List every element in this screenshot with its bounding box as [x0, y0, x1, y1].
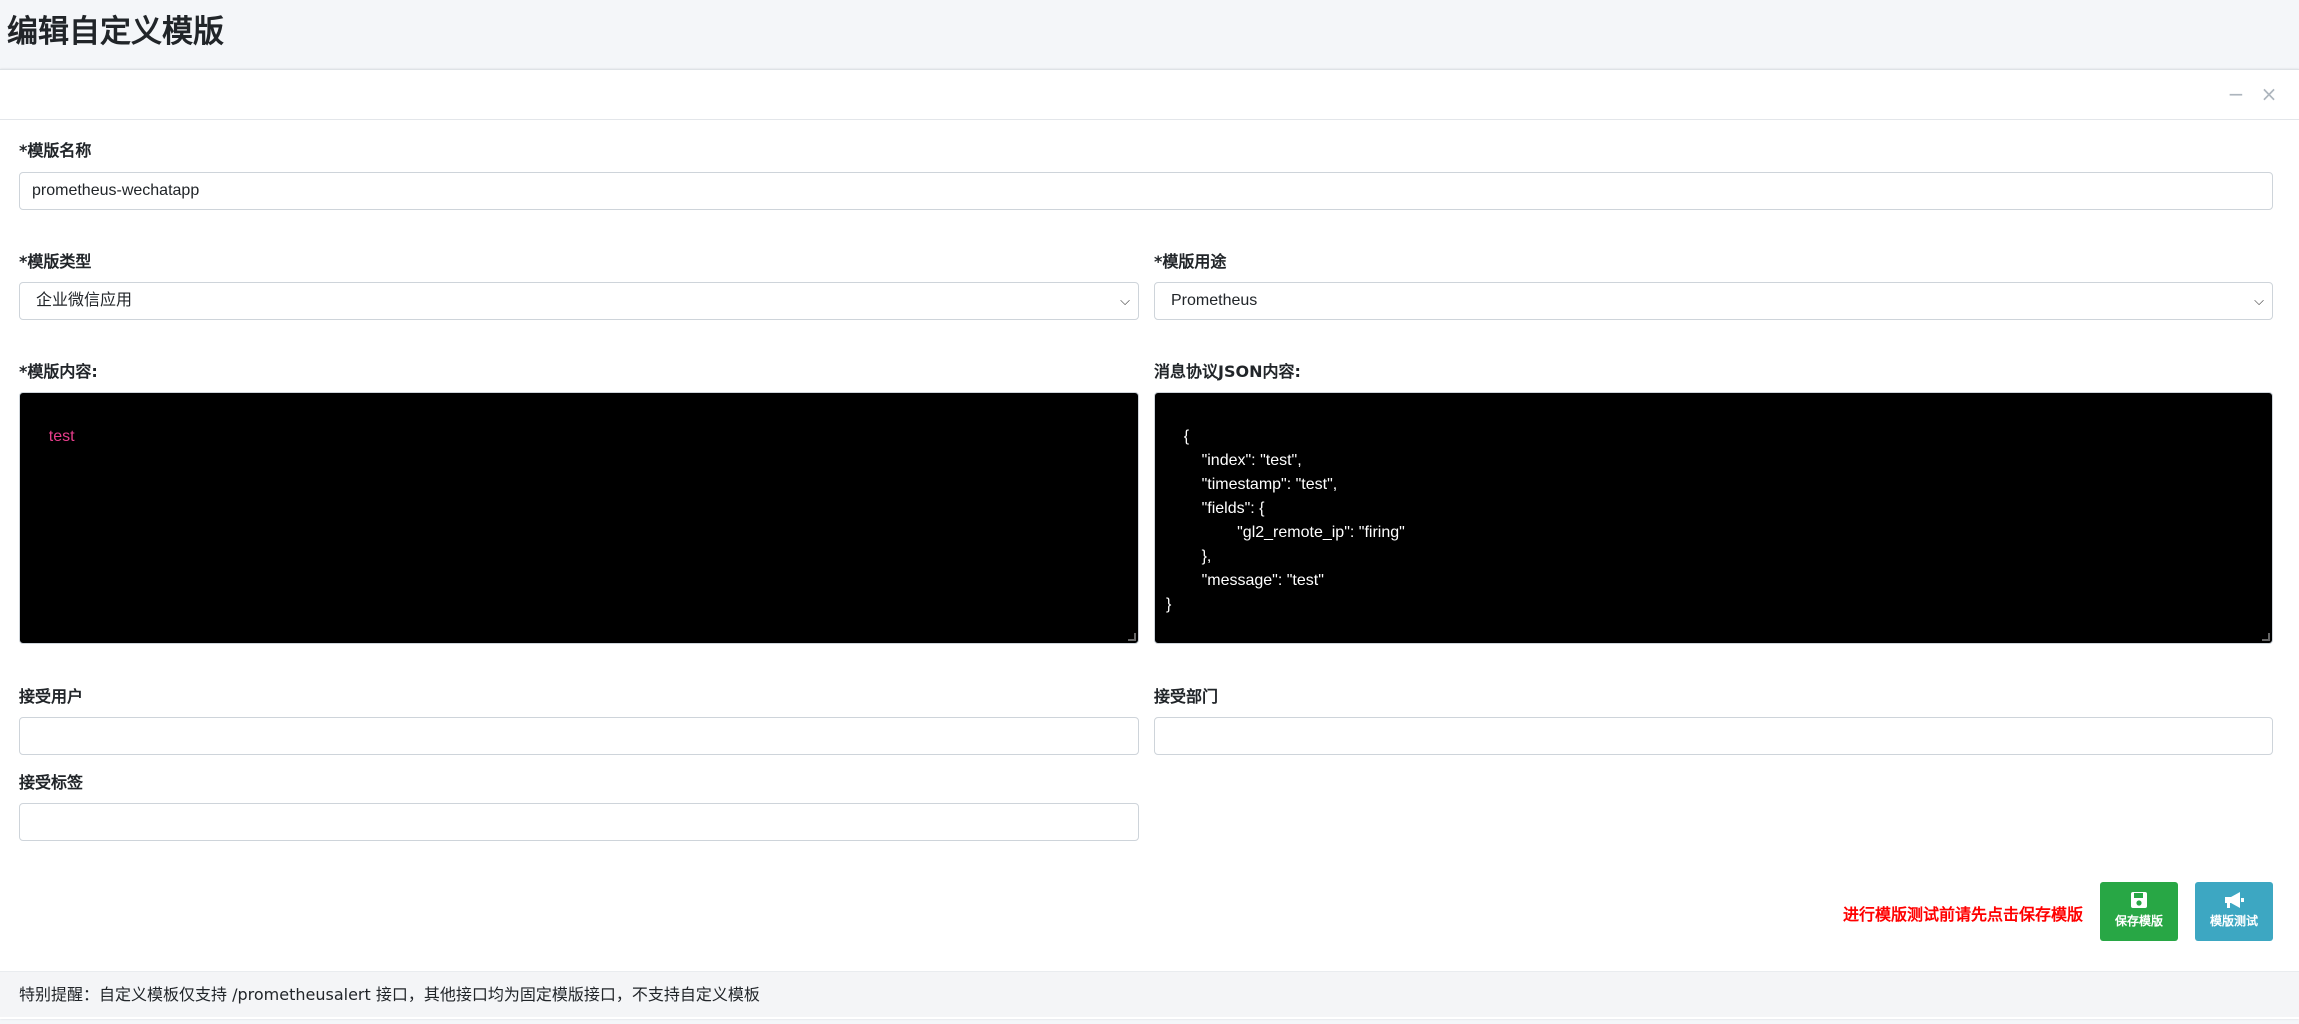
receive-tags-input[interactable] — [19, 803, 1139, 841]
receive-users-label: 接受用户 — [19, 687, 84, 706]
template-content-label: *模版内容: — [19, 362, 98, 381]
json-content-text: { "index": "test", "timestamp": "test", … — [1166, 428, 1405, 613]
test-template-label: 模版测试 — [2209, 914, 2258, 928]
template-name-input[interactable]: prometheus-wechatapp — [19, 172, 2273, 210]
page-title: 编辑自定义模版 — [7, 14, 224, 50]
template-usage-label: *模版用途 — [1154, 252, 1227, 271]
save-before-test-warning: 进行模版测试前请先点击保存模版 — [1843, 905, 2084, 924]
template-content-editor[interactable]: test — [19, 392, 1139, 644]
template-type-label: *模版类型 — [19, 252, 92, 271]
template-usage-select[interactable]: Prometheus ⌵ — [1154, 282, 2273, 320]
footer-note: 特别提醒：自定义模板仅支持 /prometheusalert 接口，其他接口均为… — [19, 985, 760, 1004]
resize-handle-icon[interactable] — [2262, 633, 2270, 641]
card-footer: 特别提醒：自定义模板仅支持 /prometheusalert 接口，其他接口均为… — [0, 971, 2299, 1017]
template-content-text: test — [48, 428, 75, 445]
template-type-value: 企业微信应用 — [36, 292, 133, 309]
save-template-label: 保存模版 — [2114, 914, 2163, 928]
receive-dept-input[interactable] — [1154, 717, 2273, 755]
test-template-button[interactable]: 模版测试 — [2195, 882, 2273, 941]
template-usage-value: Prometheus — [1171, 292, 1258, 309]
resize-handle-icon[interactable] — [1128, 633, 1136, 641]
template-name-label: *模版名称 — [19, 141, 92, 160]
json-content-editor[interactable]: { "index": "test", "timestamp": "test", … — [1154, 392, 2273, 644]
card-header: − × — [0, 70, 2299, 120]
chevron-down-icon: ⌵ — [2254, 293, 2264, 308]
template-type-select[interactable]: 企业微信应用 ⌵ — [19, 282, 1139, 320]
floppy-disk-icon — [2100, 891, 2178, 913]
receive-dept-label: 接受部门 — [1154, 687, 1219, 706]
save-template-button[interactable]: 保存模版 — [2100, 882, 2178, 941]
chevron-down-icon: ⌵ — [1120, 293, 1130, 308]
json-content-label: 消息协议JSON内容: — [1154, 362, 1301, 381]
receive-tags-label: 接受标签 — [19, 773, 84, 792]
megaphone-icon — [2195, 891, 2273, 913]
close-icon[interactable]: × — [2259, 84, 2279, 104]
receive-users-input[interactable] — [19, 717, 1139, 755]
template-edit-card: − × *模版名称 prometheus-wechatapp *模版类型 企业微… — [0, 69, 2299, 1019]
minimize-icon[interactable]: − — [2226, 84, 2246, 104]
